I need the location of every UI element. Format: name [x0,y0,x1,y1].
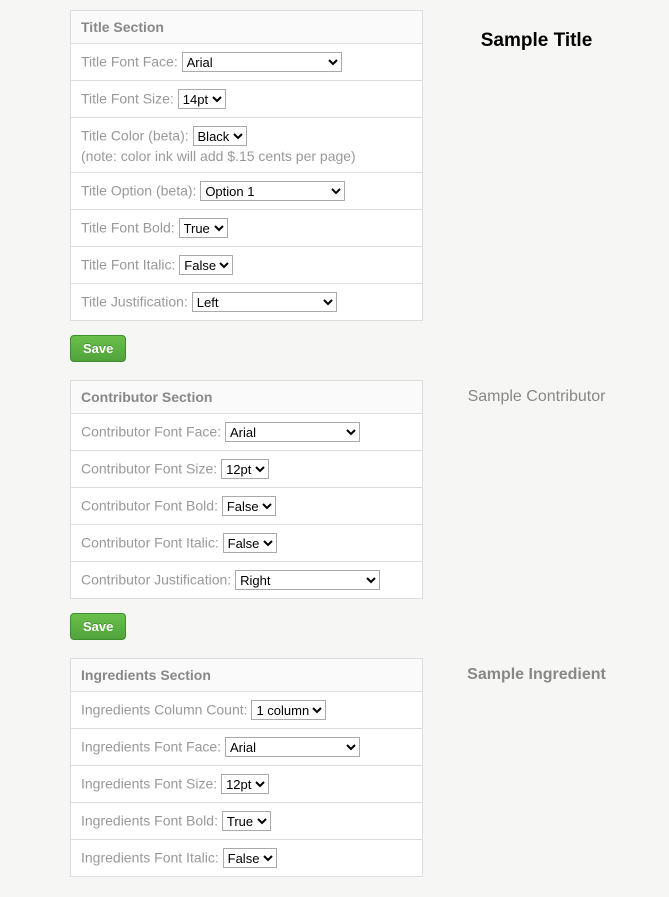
title-font-face-row: Title Font Face: Arial [71,44,422,81]
title-preview: Sample Title [423,10,650,52]
ingredients-font-italic-row: Ingredients Font Italic: False [71,840,422,877]
ingredients-font-italic-select[interactable]: False [223,848,277,868]
ingredients-font-size-row: Ingredients Font Size: 12pt [71,766,422,803]
ingredients-preview-text: Sample Ingredient [467,666,606,683]
ingredients-font-size-select[interactable]: 12pt [221,774,269,794]
contributor-justification-row: Contributor Justification: Right [71,562,422,599]
title-color-label: Title Color (beta): [81,128,189,144]
contributor-font-face-label: Contributor Font Face: [81,424,221,440]
contributor-justification-label: Contributor Justification: [81,572,231,588]
contributor-justification-select[interactable]: Right [235,570,380,590]
contributor-font-italic-select[interactable]: False [223,533,277,553]
title-font-italic-label: Title Font Italic: [81,257,175,273]
contributor-font-size-label: Contributor Font Size: [81,461,217,477]
title-section-header: Title Section [71,11,422,44]
contributor-font-face-row: Contributor Font Face: Arial [71,414,422,451]
ingredients-section-header: Ingredients Section [71,659,422,692]
save-button[interactable]: Save [70,335,126,362]
ingredients-preview: Sample Ingredient [423,658,650,684]
contributor-font-bold-label: Contributor Font Bold: [81,498,218,514]
contributor-font-italic-row: Contributor Font Italic: False [71,525,422,562]
title-justification-select[interactable]: Left [192,292,337,312]
ingredients-column-count-select[interactable]: 1 column [251,700,326,720]
ingredients-font-bold-row: Ingredients Font Bold: True [71,803,422,840]
title-option-row: Title Option (beta): Option 1 [71,173,422,210]
contributor-section-table: Contributor Section Contributor Font Fac… [70,380,423,599]
contributor-font-size-row: Contributor Font Size: 12pt [71,451,422,488]
ingredients-column-count-label: Ingredients Column Count: [81,702,248,718]
title-justification-row: Title Justification: Left [71,284,422,321]
title-preview-text: Sample Title [481,30,593,51]
title-font-face-select[interactable]: Arial [182,52,342,72]
title-font-size-label: Title Font Size: [81,91,174,107]
title-font-size-row: Title Font Size: 14pt [71,81,422,118]
contributor-font-italic-label: Contributor Font Italic: [81,535,219,551]
title-font-bold-select[interactable]: True [179,218,228,238]
ingredients-font-size-label: Ingredients Font Size: [81,776,217,792]
ingredients-font-face-row: Ingredients Font Face: Arial [71,729,422,766]
ingredients-font-face-select[interactable]: Arial [225,737,360,757]
ingredients-section-table: Ingredients Section Ingredients Column C… [70,658,423,877]
title-color-note: (note: color ink will add $.15 cents per… [81,148,412,164]
title-color-select[interactable]: Black [193,126,247,146]
title-font-bold-row: Title Font Bold: True [71,210,422,247]
ingredients-font-bold-select[interactable]: True [222,811,271,831]
contributor-font-bold-select[interactable]: False [222,496,276,516]
contributor-section-header: Contributor Section [71,381,422,414]
title-font-face-label: Title Font Face: [81,54,178,70]
title-section-table: Title Section Title Font Face: Arial Tit… [70,10,423,321]
title-option-label: Title Option (beta): [81,183,196,199]
title-font-italic-select[interactable]: False [179,255,233,275]
contributor-font-bold-row: Contributor Font Bold: False [71,488,422,525]
contributor-font-face-select[interactable]: Arial [225,422,360,442]
ingredients-font-bold-label: Ingredients Font Bold: [81,813,218,829]
ingredients-font-face-label: Ingredients Font Face: [81,739,221,755]
title-option-select[interactable]: Option 1 [200,181,345,201]
title-font-bold-label: Title Font Bold: [81,220,175,236]
ingredients-font-italic-label: Ingredients Font Italic: [81,850,219,866]
contributor-preview-text: Sample Contributor [468,388,606,405]
contributor-font-size-select[interactable]: 12pt [221,459,269,479]
save-button[interactable]: Save [70,613,126,640]
ingredients-column-count-row: Ingredients Column Count: 1 column [71,692,422,729]
title-font-size-select[interactable]: 14pt [178,89,226,109]
title-justification-label: Title Justification: [81,294,188,310]
contributor-preview: Sample Contributor [423,380,650,406]
title-color-row: Title Color (beta): Black (note: color i… [71,118,422,173]
title-font-italic-row: Title Font Italic: False [71,247,422,284]
